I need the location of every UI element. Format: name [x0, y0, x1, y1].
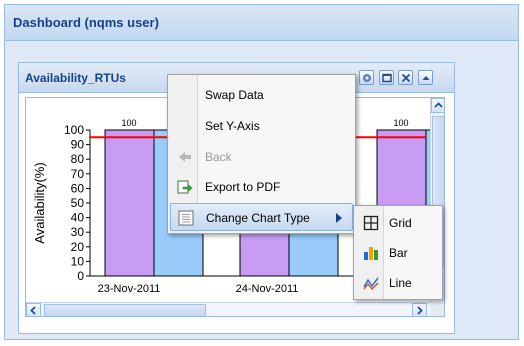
bar-chart-icon	[363, 245, 379, 261]
submenu-item-label: Grid	[389, 216, 412, 230]
y-tick-label: 80	[71, 152, 85, 166]
submenu-item-label: Bar	[389, 246, 408, 260]
export-pdf-icon	[177, 179, 193, 195]
menu-item-label: Swap Data	[205, 88, 264, 102]
y-tick-label: 0	[77, 269, 84, 283]
submenu-item-label: Line	[389, 276, 412, 290]
close-icon[interactable]	[398, 70, 413, 85]
submenu-item-bar[interactable]: Bar	[356, 239, 440, 267]
dashboard-title: Dashboard (nqms user)	[13, 15, 159, 30]
submenu-item-line[interactable]: Line	[356, 269, 440, 297]
chart-bar	[104, 129, 155, 277]
collapse-icon[interactable]	[418, 70, 433, 85]
x-tick-label: 24-Nov-2011	[236, 283, 299, 295]
menu-item-set-y-axis[interactable]: Set Y-Axis	[170, 112, 353, 140]
horizontal-scroll-thumb[interactable]	[44, 304, 206, 316]
submenu-arrow-icon	[336, 213, 342, 223]
chart-context-menu: Swap Data Set Y-Axis Back Export to PDF …	[167, 74, 356, 234]
y-tick-label: 100	[64, 123, 84, 137]
maximize-icon[interactable]	[379, 70, 394, 85]
back-arrow-icon	[177, 149, 193, 165]
menu-item-export-pdf[interactable]: Export to PDF	[170, 173, 353, 201]
menu-item-back: Back	[170, 143, 353, 171]
x-tick-label: 23-Nov-2011	[98, 283, 161, 295]
y-tick-label: 20	[71, 240, 85, 254]
y-tick-label: 50	[71, 196, 85, 210]
menu-item-label: Set Y-Axis	[205, 119, 260, 133]
y-tick-label: 70	[71, 167, 85, 181]
scroll-corner	[430, 302, 444, 316]
chart-type-submenu: Grid Bar Line	[353, 205, 443, 300]
menu-item-label: Change Chart Type	[206, 211, 310, 225]
y-tick-label: 60	[71, 181, 85, 195]
horizontal-scrollbar[interactable]	[26, 302, 430, 316]
menu-item-label: Back	[205, 150, 232, 164]
menu-item-swap-data[interactable]: Swap Data	[170, 81, 353, 109]
gear-icon[interactable]	[359, 70, 374, 85]
y-tick-label: 90	[71, 138, 85, 152]
dashboard-header: Dashboard (nqms user)	[5, 5, 518, 41]
y-tick-label: 30	[71, 225, 85, 239]
line-chart-icon	[363, 275, 379, 291]
y-tick-label: 40	[71, 211, 85, 225]
portlet-title: Availability_RTUs	[25, 71, 126, 85]
submenu-item-grid[interactable]: Grid	[356, 209, 440, 237]
chevron-left-icon	[30, 306, 36, 315]
scroll-right-button[interactable]	[412, 303, 427, 316]
chevron-right-icon	[417, 306, 423, 315]
y-tick-label: 10	[71, 254, 85, 268]
chart-type-icon	[178, 210, 194, 226]
chevron-up-icon	[434, 102, 443, 108]
menu-item-change-chart-type[interactable]: Change Chart Type	[170, 203, 353, 231]
data-label: 100	[393, 118, 408, 128]
scroll-left-button[interactable]	[26, 303, 41, 316]
data-label: 100	[121, 118, 136, 128]
grid-icon	[363, 215, 379, 231]
menu-item-label: Export to PDF	[205, 180, 281, 194]
y-axis-label: Availability(%)	[32, 162, 47, 243]
scroll-up-button[interactable]	[431, 98, 444, 113]
